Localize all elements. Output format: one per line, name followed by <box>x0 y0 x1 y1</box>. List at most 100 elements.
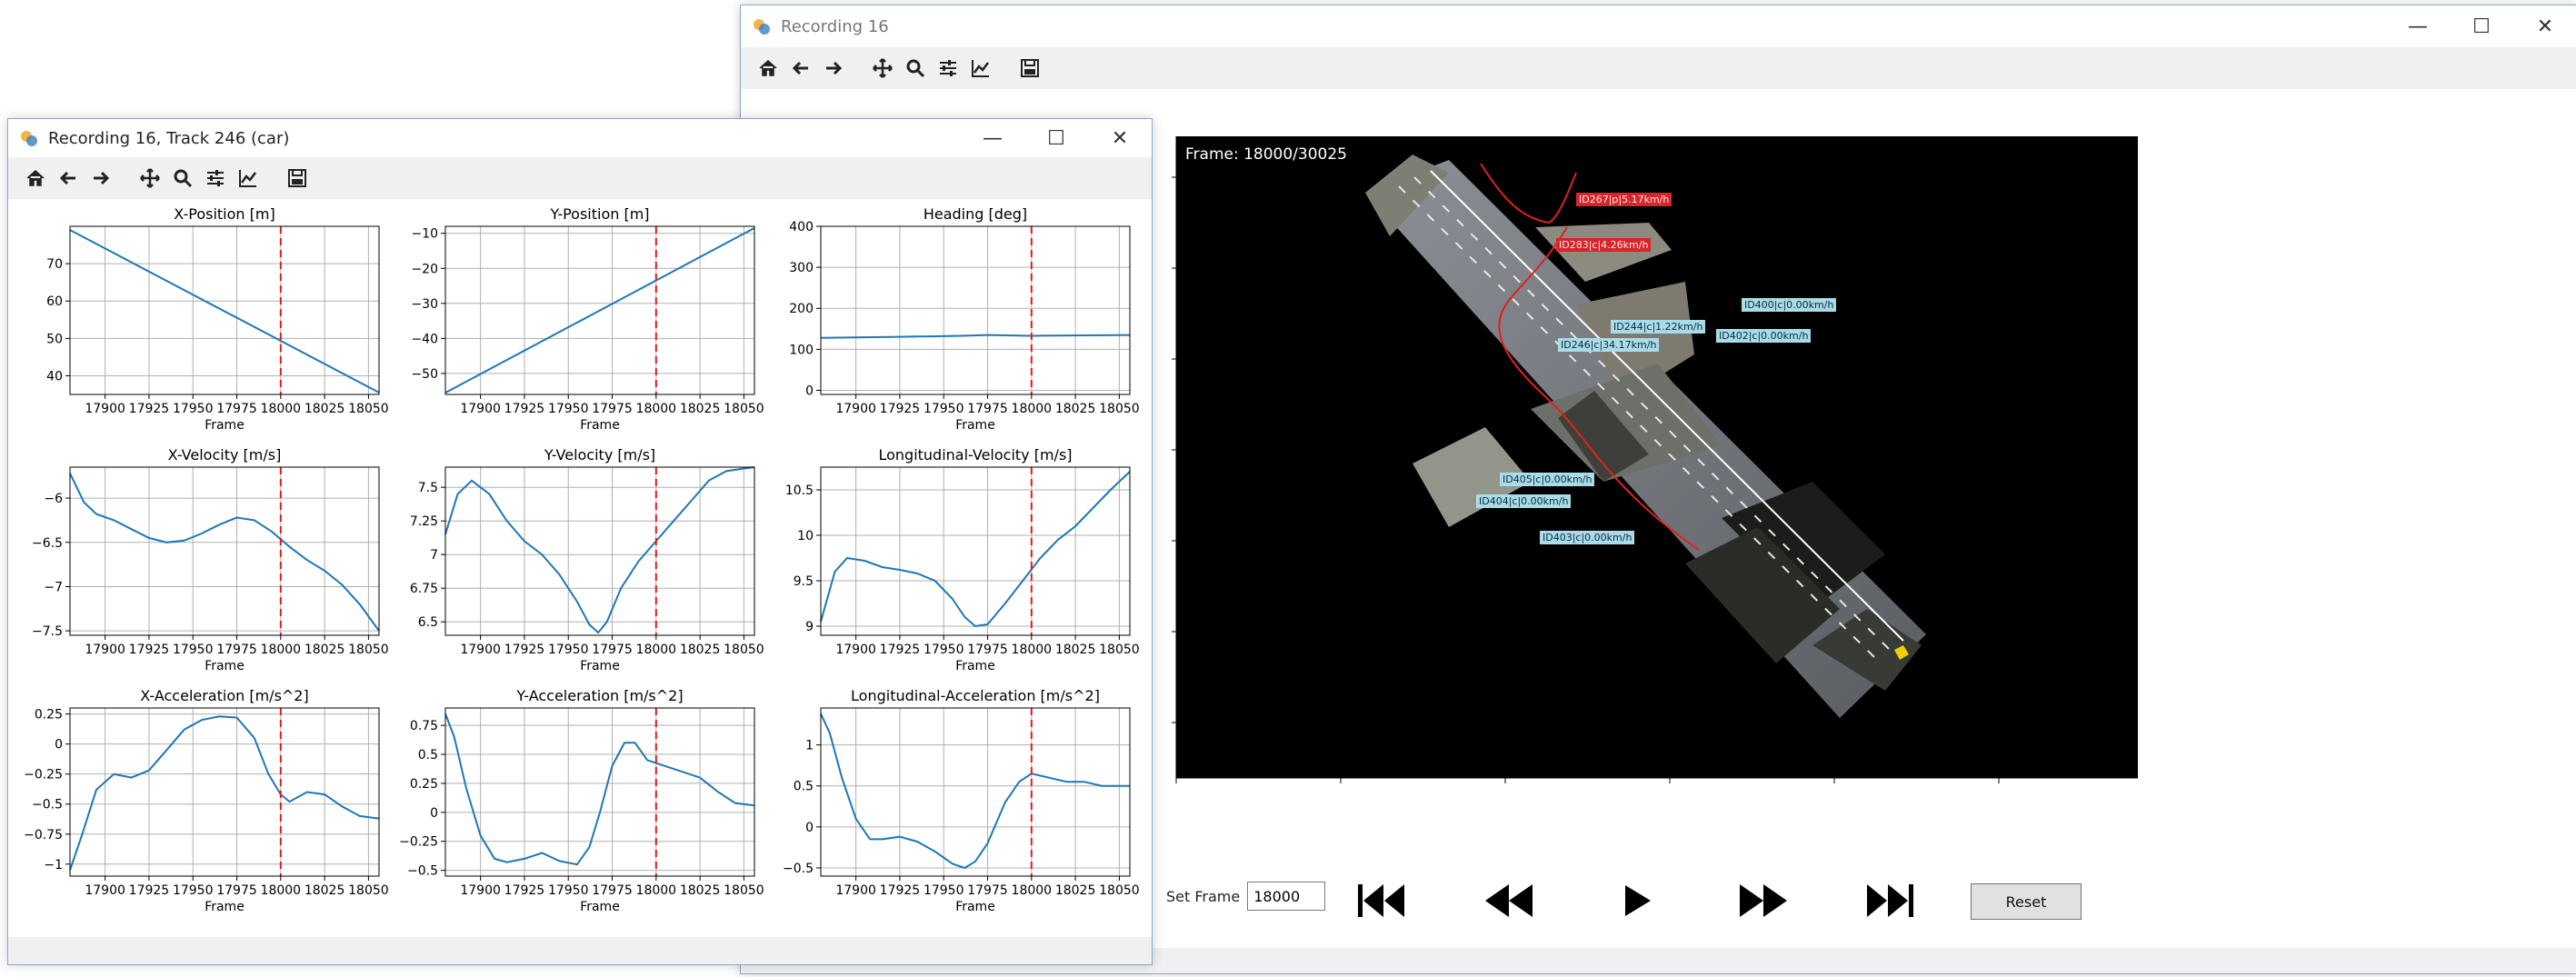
x-tick-label: 17925 <box>504 402 545 416</box>
edit-axes-icon <box>239 170 256 187</box>
x-tick-label: 17900 <box>460 402 501 416</box>
axes-frame <box>69 466 380 636</box>
subplot: 17900 17925 17950 17975 18000 18025 18050 −50 −4… <box>411 205 764 433</box>
configure-subplots-button[interactable] <box>932 52 964 85</box>
y-tick-label: −0.75 <box>24 828 63 842</box>
zoom-button[interactable] <box>166 162 199 194</box>
maximize-button[interactable]: ☐ <box>2450 5 2513 47</box>
subplot: 17900 17925 17950 17975 18000 18025 18050 40 50 6… <box>46 205 389 433</box>
rewind-icon <box>1485 884 1533 917</box>
y-tick-label: 10 <box>797 529 814 543</box>
maximize-button[interactable]: ☐ <box>1024 119 1088 157</box>
back-arrow-icon <box>59 171 75 185</box>
reset-button[interactable]: Reset <box>1971 883 2082 920</box>
x-tick-label: 17950 <box>173 402 214 416</box>
forward-button[interactable] <box>817 52 850 85</box>
close-button[interactable]: ✕ <box>1088 119 1152 157</box>
x-tick-label: 18050 <box>724 883 764 898</box>
axes-frame <box>820 225 1131 395</box>
play-button[interactable] <box>1604 878 1668 923</box>
y-tick-label: −0.5 <box>783 862 814 876</box>
track-plots: 17900 17925 17950 17975 18000 18025 1805040506… <box>24 205 1140 914</box>
home-button[interactable] <box>19 162 52 194</box>
y-tick-label: 0 <box>805 821 814 835</box>
axes-frame <box>820 707 1131 877</box>
x-tick-label: 18050 <box>1099 402 1140 416</box>
app-icon <box>19 128 39 148</box>
series-line <box>69 473 380 632</box>
subplot-title: Y-Velocity [m/s] <box>544 446 655 464</box>
pan-button[interactable] <box>134 162 166 194</box>
main-titlebar[interactable]: Recording 16 — ☐ ✕ <box>741 5 2576 47</box>
series-line <box>444 227 755 394</box>
minimize-button[interactable]: — <box>961 119 1024 157</box>
subplot-title: Longitudinal-Velocity [m/s] <box>878 446 1072 464</box>
y-tick-label: 7.5 <box>418 481 438 495</box>
x-tick-label: 17975 <box>592 402 633 416</box>
y-tick-label: −20 <box>411 262 438 276</box>
x-tick-label: 18025 <box>680 883 721 898</box>
subplot-title: Longitudinal-Acceleration [m/s^2] <box>851 687 1100 704</box>
x-tick-label: 18050 <box>348 883 389 898</box>
track-window-title: Recording 16, Track 246 (car) <box>48 128 290 148</box>
x-axis-label: Frame <box>955 900 995 914</box>
save-button[interactable] <box>1013 52 1046 85</box>
pan-button[interactable] <box>866 52 899 85</box>
subplot-title: X-Position [m] <box>174 205 275 223</box>
x-tick-label: 18025 <box>680 402 721 416</box>
skip-to-end-button[interactable] <box>1859 878 1922 923</box>
x-tick-label: 18000 <box>636 402 677 416</box>
x-tick-label: 18050 <box>724 402 764 416</box>
configure-subplots-button[interactable] <box>199 162 232 194</box>
x-tick-label: 18000 <box>1012 883 1053 898</box>
subplot: 17900 17925 17950 17975 18000 18025 18050 0 100 2… <box>789 205 1139 433</box>
forward-button[interactable] <box>85 162 117 194</box>
home-icon <box>26 169 45 186</box>
close-button[interactable]: ✕ <box>2513 5 2576 47</box>
x-tick-label: 17900 <box>85 402 125 416</box>
track-titlebar[interactable]: Recording 16, Track 246 (car) — ☐ ✕ <box>8 119 1152 157</box>
y-tick-label: −40 <box>411 332 438 346</box>
y-tick-label: 7 <box>430 548 438 563</box>
skip-to-end-icon <box>1867 884 1913 917</box>
y-tick-label: −0.5 <box>32 798 63 813</box>
x-tick-label: 17925 <box>129 402 170 416</box>
skip-to-start-button[interactable] <box>1350 878 1413 923</box>
set-frame-input[interactable] <box>1247 882 1326 911</box>
edit-axes-button[interactable] <box>964 52 997 85</box>
y-tick-label: 6.5 <box>418 615 438 630</box>
track-window: Recording 16, Track 246 (car) — ☐ ✕ 1790… <box>7 118 1153 965</box>
y-tick-label: 50 <box>46 332 63 346</box>
back-button[interactable] <box>784 52 817 85</box>
x-tick-label: 18000 <box>636 883 677 898</box>
skip-to-start-icon <box>1358 884 1404 917</box>
y-tick-label: 100 <box>789 343 814 357</box>
zoom-button[interactable] <box>899 52 932 85</box>
x-tick-label: 18050 <box>1099 883 1140 898</box>
save-button[interactable] <box>281 162 314 194</box>
axes-frame <box>820 466 1131 636</box>
x-tick-label: 18025 <box>1055 402 1096 416</box>
x-tick-label: 17975 <box>967 402 1008 416</box>
save-icon <box>288 169 306 187</box>
set-frame-control: Set Frame <box>1166 882 1326 911</box>
back-button[interactable] <box>52 162 85 194</box>
x-tick-label: 17950 <box>548 643 589 657</box>
x-tick-label: 17925 <box>880 643 921 657</box>
y-tick-label: 0.5 <box>418 748 438 763</box>
edit-axes-icon <box>972 60 989 77</box>
y-tick-label: 200 <box>789 302 814 316</box>
x-tick-label: 18050 <box>724 643 764 657</box>
play-icon <box>1625 885 1651 916</box>
minimize-button[interactable]: — <box>2386 5 2450 47</box>
x-tick-label: 18000 <box>1012 402 1053 416</box>
x-tick-label: 17950 <box>173 883 214 898</box>
x-tick-label: 17900 <box>835 402 876 416</box>
x-axis-label: Frame <box>580 900 620 914</box>
x-tick-label: 17900 <box>835 883 876 898</box>
fast-forward-button[interactable] <box>1732 878 1795 923</box>
rewind-button[interactable] <box>1477 878 1541 923</box>
home-button[interactable] <box>752 52 784 85</box>
set-frame-label: Set Frame <box>1166 887 1241 905</box>
edit-axes-button[interactable] <box>232 162 265 194</box>
